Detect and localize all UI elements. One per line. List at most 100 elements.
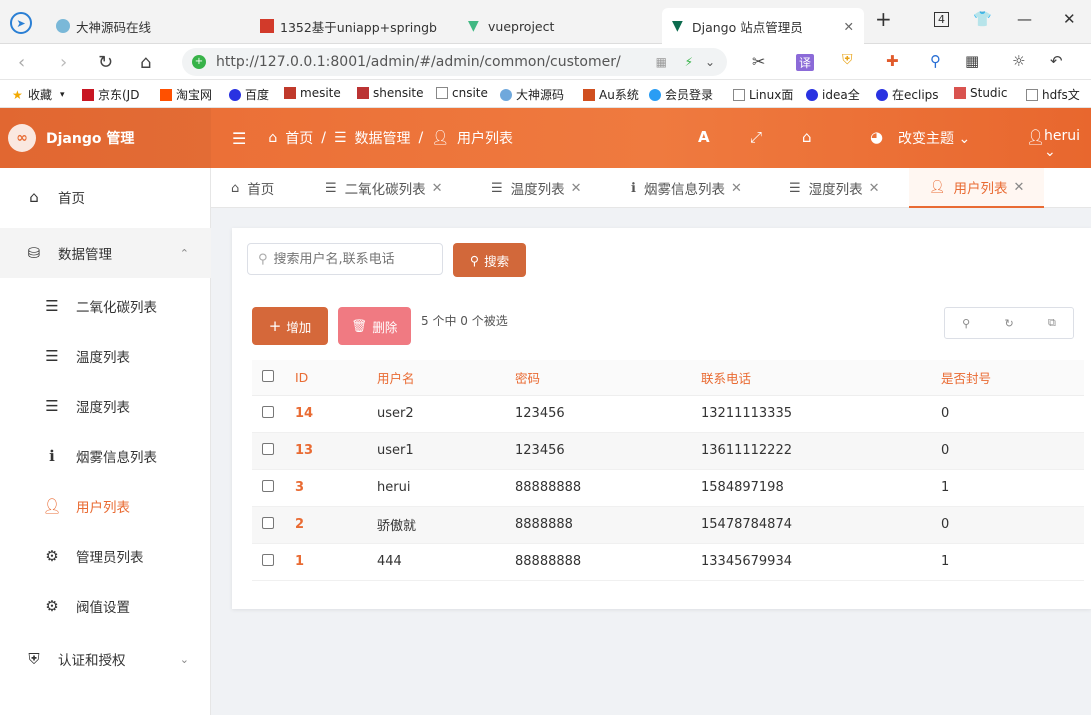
close-icon[interactable]: ✕: [1014, 180, 1025, 195]
reload-icon[interactable]: ↻: [98, 52, 113, 73]
undo-icon[interactable]: ↶: [1050, 52, 1063, 70]
bookmark-item[interactable]: cnsite: [436, 86, 488, 100]
back-icon[interactable]: ‹: [18, 52, 25, 73]
browser-tab-active[interactable]: ▼ Django 站点管理员 ✕: [662, 8, 864, 44]
export-icon[interactable]: ⧉: [1048, 316, 1056, 330]
home-icon[interactable]: ⌂: [140, 52, 151, 73]
add-button[interactable]: + 增加: [252, 307, 328, 345]
bookmark-item[interactable]: ★ 收藏 ▾: [12, 86, 65, 103]
game-icon[interactable]: ✚: [886, 52, 899, 70]
bookmark-item[interactable]: 京东(JD: [82, 86, 139, 103]
close-icon[interactable]: ✕: [869, 181, 880, 196]
close-icon[interactable]: ✕: [432, 181, 443, 196]
tab-humidity-list[interactable]: ☰ 湿度列表 ✕: [789, 168, 880, 208]
browser-tab[interactable]: ▼ vueproject: [464, 8, 654, 44]
close-tab-icon[interactable]: ✕: [834, 19, 864, 34]
sidebar-item-admin-list[interactable]: ⚙ 管理员列表: [0, 531, 211, 581]
cell-id[interactable]: 1: [295, 543, 377, 581]
bookmark-item[interactable]: Linux面: [733, 86, 793, 103]
close-icon[interactable]: ✕: [731, 181, 742, 196]
search-icon[interactable]: ⚲: [930, 52, 941, 70]
column-header[interactable]: ID: [295, 360, 377, 396]
sidebar-item-user-list[interactable]: 👤︎ 用户列表: [0, 481, 211, 531]
font-size-icon[interactable]: A: [698, 128, 710, 146]
menu-toggle-icon[interactable]: ☰: [232, 129, 246, 148]
bookmark-item[interactable]: 大神源码: [500, 86, 564, 103]
theme-switcher[interactable]: 改变主题 ⌄: [898, 128, 970, 148]
sidebar-item-co2-list[interactable]: ☰ 二氧化碳列表: [0, 281, 211, 331]
browser-tab[interactable]: 1352基于uniapp+springb: [256, 8, 446, 44]
sidebar-item-data-management[interactable]: ⛁ 数据管理 ⌃: [0, 228, 211, 278]
search-icon[interactable]: ⚲: [962, 317, 970, 330]
chevron-down-icon[interactable]: ⌄: [705, 55, 715, 69]
row-checkbox[interactable]: [262, 405, 274, 418]
table-row[interactable]: 13 user1 123456 13611112222 0: [252, 432, 1084, 470]
row-checkbox[interactable]: [262, 442, 274, 455]
home-icon[interactable]: ⌂: [802, 128, 812, 146]
breadcrumb-item[interactable]: 数据管理: [355, 128, 411, 148]
sidebar-item-humidity-list[interactable]: ☰ 湿度列表: [0, 381, 211, 431]
sidebar-item-smoke-list[interactable]: ℹ 烟雾信息列表: [0, 431, 211, 481]
row-checkbox[interactable]: [262, 553, 274, 566]
bookmark-item[interactable]: 会员登录: [649, 86, 713, 103]
column-header[interactable]: 密码: [515, 360, 701, 396]
close-icon[interactable]: ✕: [571, 181, 582, 196]
table-row[interactable]: 14 user2 123456 13211113335 0: [252, 395, 1084, 433]
column-header[interactable]: 是否封号: [941, 360, 1084, 396]
row-checkbox[interactable]: [262, 479, 274, 492]
column-header[interactable]: 联系电话: [701, 360, 941, 396]
bookmark-item[interactable]: 淘宝网: [160, 86, 212, 103]
tab-home[interactable]: ⌂ 首页: [231, 168, 274, 208]
tab-temperature-list[interactable]: ☰ 温度列表 ✕: [491, 168, 582, 208]
table-row[interactable]: 2 骄傲就 8888888 15478784874 0: [252, 506, 1084, 544]
table-row[interactable]: 3 herui 88888888 1584897198 1: [252, 469, 1084, 507]
bookmark-item[interactable]: 百度: [229, 86, 269, 103]
column-header[interactable]: 用户名: [377, 360, 515, 396]
search-button[interactable]: ⚲ 搜索: [453, 243, 526, 277]
user-menu[interactable]: herui ⌄: [1044, 128, 1091, 160]
grid-icon[interactable]: ▦: [965, 52, 979, 70]
tab-co2-list[interactable]: ☰ 二氧化碳列表 ✕: [325, 168, 443, 208]
browser-tab[interactable]: 大神源码在线: [50, 8, 250, 44]
close-window-icon[interactable]: ✕: [1063, 10, 1076, 28]
brightness-icon[interactable]: ☼: [1012, 52, 1025, 70]
delete-button[interactable]: 🗑︎ 删除: [338, 307, 411, 345]
row-checkbox[interactable]: [262, 516, 274, 529]
bookmark-item[interactable]: mesite: [284, 86, 341, 100]
bookmark-item[interactable]: 在eclips: [876, 86, 939, 103]
cell-id[interactable]: 3: [295, 469, 377, 507]
bookmark-item[interactable]: Au系统: [583, 86, 639, 103]
shield-extension-icon[interactable]: ⛨: [842, 52, 853, 68]
translate-icon[interactable]: 译: [796, 54, 815, 71]
sidebar-item-auth[interactable]: ⛨ 认证和授权 ⌄: [0, 634, 211, 684]
new-tab-icon[interactable]: +: [875, 7, 892, 31]
app-logo[interactable]: ∞ Django 管理: [0, 108, 211, 168]
minimize-icon[interactable]: —: [1017, 10, 1032, 28]
search-input[interactable]: [273, 251, 434, 267]
select-all-checkbox[interactable]: [262, 369, 274, 382]
refresh-icon[interactable]: ↻: [1004, 317, 1013, 330]
url-field[interactable]: + http://127.0.0.1:8001/admin/#/admin/co…: [182, 48, 727, 76]
bookmark-item[interactable]: idea全: [806, 86, 860, 103]
bookmark-item[interactable]: shensite: [357, 86, 424, 100]
table-row[interactable]: 1 444 88888888 13345679934 1: [252, 543, 1084, 581]
page-tab-bar: ⌂ 首页 ☰ 二氧化碳列表 ✕ ☰ 温度列表 ✕ ℹ 烟雾信息列表 ✕ ☰ 湿度列表 ✕ 👤︎ 用户…: [211, 168, 1091, 208]
sidebar-item-home[interactable]: ⌂ 首页: [0, 172, 211, 222]
fullscreen-icon[interactable]: ⤢: [750, 128, 762, 146]
tab-smoke-list[interactable]: ℹ 烟雾信息列表 ✕: [631, 168, 742, 208]
cell-id[interactable]: 2: [295, 506, 377, 544]
tab-count-badge[interactable]: 4: [934, 12, 949, 27]
tab-user-list[interactable]: 👤︎ 用户列表 ✕: [909, 168, 1045, 208]
cell-id[interactable]: 13: [295, 432, 377, 470]
shirt-icon[interactable]: 👕: [973, 10, 992, 28]
cell-id[interactable]: 14: [295, 395, 377, 433]
forward-icon[interactable]: ›: [60, 52, 67, 73]
sidebar-item-threshold-settings[interactable]: ⚙ 阀值设置: [0, 581, 211, 631]
qr-icon[interactable]: ▦: [656, 55, 667, 69]
scissors-icon[interactable]: ✂: [752, 52, 765, 71]
bookmark-item[interactable]: hdfs文: [1026, 86, 1080, 103]
lightning-icon[interactable]: ⚡: [685, 55, 693, 69]
sidebar-item-temperature-list[interactable]: ☰ 温度列表: [0, 331, 211, 381]
breadcrumb-item[interactable]: 首页: [285, 128, 313, 148]
bookmark-item[interactable]: Studic: [954, 86, 1007, 100]
